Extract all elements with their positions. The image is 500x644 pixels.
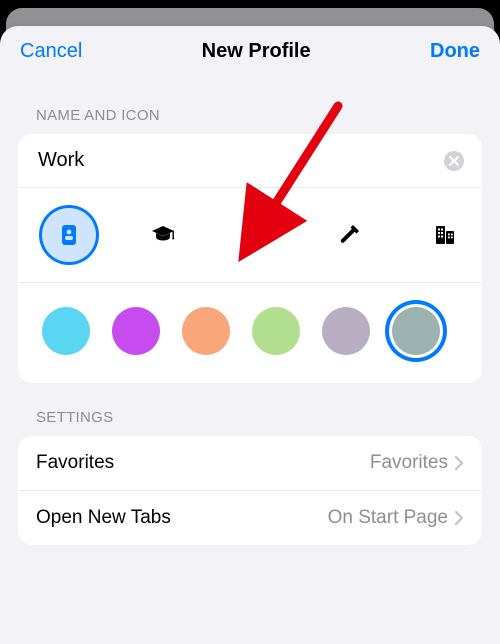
chevron-right-icon — [454, 455, 464, 471]
building-icon — [433, 223, 457, 247]
icon-option-badge[interactable] — [42, 208, 96, 262]
settings-card: Favorites Favorites Open New Tabs On Sta… — [18, 436, 482, 545]
icon-option-briefcase[interactable] — [230, 208, 284, 262]
nav-bar: Cancel New Profile Done — [0, 26, 500, 73]
icon-option-building[interactable] — [418, 208, 472, 262]
badge-icon — [57, 223, 81, 247]
settings-label: Favorites — [36, 452, 114, 474]
profile-name-row — [18, 134, 482, 188]
graduation-cap-icon — [151, 223, 175, 247]
color-swatch-orange[interactable] — [182, 307, 230, 355]
color-swatch-lavender[interactable] — [322, 307, 370, 355]
color-swatch-cyan[interactable] — [42, 307, 90, 355]
settings-row-favorites[interactable]: Favorites Favorites — [18, 436, 482, 491]
close-icon — [449, 156, 459, 166]
section-header-name-icon: NAME AND ICON — [0, 73, 500, 134]
color-swatch-purple[interactable] — [112, 307, 160, 355]
color-swatch-green[interactable] — [252, 307, 300, 355]
briefcase-icon — [245, 223, 269, 247]
settings-label: Open New Tabs — [36, 507, 171, 529]
icon-picker-row — [18, 188, 482, 283]
cancel-button[interactable]: Cancel — [20, 40, 82, 63]
icon-option-hammer[interactable] — [324, 208, 378, 262]
page-title: New Profile — [202, 40, 311, 63]
settings-row-open-new-tabs[interactable]: Open New Tabs On Start Page — [18, 491, 482, 545]
settings-value: Favorites — [370, 452, 464, 474]
hammer-icon — [339, 223, 363, 247]
icon-option-graduation[interactable] — [136, 208, 190, 262]
color-swatch-slate[interactable] — [392, 307, 440, 355]
color-picker-row — [18, 283, 482, 383]
modal-sheet: Cancel New Profile Done NAME AND ICON — [0, 26, 500, 644]
section-header-settings: SETTINGS — [0, 383, 500, 436]
clear-text-button[interactable] — [444, 151, 464, 171]
settings-value: On Start Page — [328, 507, 464, 529]
name-and-icon-card — [18, 134, 482, 383]
profile-name-input[interactable] — [36, 148, 434, 173]
done-button[interactable]: Done — [430, 40, 480, 63]
chevron-right-icon — [454, 510, 464, 526]
